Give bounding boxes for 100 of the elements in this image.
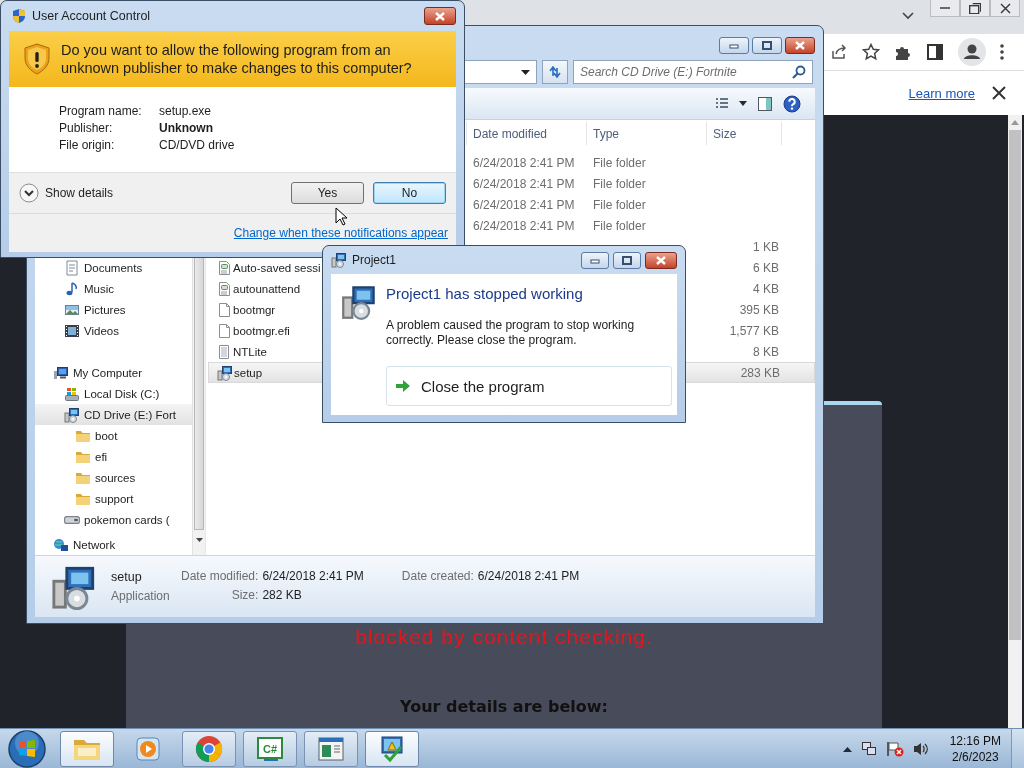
minimize-icon — [940, 7, 950, 9]
help-icon[interactable] — [783, 94, 801, 113]
field-label: Date created: — [401, 568, 474, 583]
field-value: 6/24/2018 2:41 PM — [262, 568, 364, 583]
restore-icon — [969, 2, 981, 14]
nav-item-label[interactable]: Pictures — [84, 303, 126, 316]
view-list-icon[interactable] — [715, 96, 729, 111]
file-size: 1,577 KB — [729, 323, 779, 338]
file-size: 395 KB — [739, 302, 779, 317]
minimize-button[interactable] — [581, 251, 609, 269]
maximize-button[interactable] — [752, 37, 782, 54]
installer-icon — [64, 406, 80, 423]
column-header[interactable]: Type — [587, 122, 707, 145]
text-file-icon — [216, 343, 232, 360]
close-button[interactable] — [785, 37, 815, 54]
removable-drive-icon — [64, 515, 80, 524]
search-field[interactable]: Search CD Drive (E:) Fortnite — [573, 60, 813, 84]
mouse-cursor-icon — [335, 207, 347, 226]
installer-icon — [341, 284, 377, 320]
file-name[interactable]: Auto-saved sessi — [233, 261, 321, 274]
close-button[interactable] — [990, 0, 1020, 17]
network-icon[interactable] — [860, 740, 877, 757]
file-name[interactable]: bootmgr — [233, 303, 276, 316]
scrollbar[interactable] — [1008, 115, 1022, 728]
nav-item-label[interactable]: pokemon cards ( — [84, 513, 170, 526]
scroll-down-arrow-icon[interactable] — [195, 538, 203, 542]
chevron-down-icon[interactable] — [902, 12, 914, 20]
file-name[interactable]: NTLite — [233, 345, 267, 358]
settings-file-icon — [216, 259, 232, 276]
speaker-icon[interactable] — [912, 740, 929, 757]
field-label: Program name: — [59, 103, 143, 120]
nav-item-label[interactable]: Local Disk (C:) — [84, 387, 160, 400]
share-icon[interactable] — [830, 43, 848, 61]
date-modified: 6/24/2018 2:41 PM — [473, 197, 575, 212]
preview-pane-icon[interactable] — [757, 95, 773, 112]
taskbar-button[interactable]: C# — [243, 730, 297, 767]
side-panel-icon[interactable] — [926, 43, 944, 61]
file-name[interactable]: bootmgr.efi — [233, 324, 290, 337]
minimize-button[interactable] — [719, 37, 749, 54]
chevron-circle-icon — [19, 183, 39, 203]
file-name[interactable]: setup — [234, 366, 263, 379]
taskbar-button[interactable] — [182, 730, 236, 767]
field-value: CD/DVD drive — [159, 137, 236, 154]
file-size: 1 KB — [753, 239, 779, 254]
taskbar-button[interactable] — [304, 730, 358, 767]
field-label: Publisher: — [59, 120, 114, 137]
restore-button[interactable] — [960, 0, 990, 17]
taskbar-button[interactable] — [365, 730, 419, 767]
settings-link[interactable]: Change when these notifications appear — [233, 226, 448, 240]
nav-item-label[interactable]: CD Drive (E:) Fort — [84, 408, 176, 421]
details-heading: Your details are below: — [400, 697, 608, 716]
file-size: 8 KB — [753, 344, 779, 359]
refresh-button[interactable] — [542, 60, 568, 84]
maximize-icon — [620, 254, 634, 266]
close-program-button[interactable]: Close the program — [386, 366, 672, 406]
learn-more-link[interactable]: Learn more — [908, 85, 975, 101]
nav-item-label[interactable]: Documents — [84, 261, 143, 274]
taskbar-button[interactable] — [60, 730, 114, 767]
close-button[interactable] — [645, 251, 677, 269]
maximize-button[interactable] — [613, 251, 641, 269]
dropdown-caret-icon[interactable] — [739, 101, 747, 106]
nav-item-label[interactable]: Network — [73, 538, 116, 551]
hard-drive-icon — [64, 385, 80, 402]
dialog-button[interactable]: Yes — [291, 182, 364, 204]
show-hidden-icons-icon[interactable] — [842, 745, 852, 752]
start-button-icon[interactable] — [7, 728, 47, 768]
file-type: File folder — [593, 176, 646, 191]
clock[interactable]: 12:16 PM 2/6/2023 — [937, 732, 1011, 765]
column-header[interactable]: Size — [707, 122, 782, 145]
profile-avatar-icon[interactable] — [958, 38, 986, 66]
window-title: User Account Control — [32, 9, 151, 23]
close-icon — [433, 10, 447, 22]
nav-item[interactable]: CD Drive (E:) Fort — [35, 404, 192, 425]
column-header[interactable]: Date modified — [467, 122, 587, 145]
flag-warning-icon[interactable] — [885, 740, 904, 757]
file-size: 6 KB — [753, 260, 779, 275]
star-icon[interactable] — [862, 43, 880, 61]
document-icon — [64, 259, 80, 276]
shield-icon — [11, 8, 27, 24]
file-type: File folder — [593, 218, 646, 233]
file-name[interactable]: autounattend — [233, 282, 301, 295]
minimize-button[interactable] — [930, 0, 960, 17]
nav-item-label[interactable]: My Computer — [73, 366, 143, 379]
nav-item-label[interactable]: boot — [95, 429, 118, 442]
nav-item-label[interactable]: Videos — [84, 324, 119, 337]
blocked-message: blocked by content checking. — [355, 625, 653, 649]
nav-item-label[interactable]: support — [95, 492, 134, 505]
music-note-icon — [64, 280, 80, 297]
close-button[interactable] — [424, 7, 456, 25]
close-icon[interactable] — [992, 86, 1006, 100]
nav-item-label[interactable]: efi — [95, 450, 108, 463]
prompt-question: Do you want to allow the following program from an unknown publisher to make changes to this computer? — [61, 41, 413, 77]
dialog-button[interactable]: No — [373, 182, 446, 204]
search-icon[interactable] — [792, 65, 806, 79]
nav-item-label[interactable]: Music — [84, 282, 115, 295]
show-details-toggle[interactable]: Show details — [19, 183, 114, 203]
nav-item-label[interactable]: sources — [95, 471, 136, 484]
file-type: File folder — [593, 155, 646, 170]
settings-file-icon — [216, 280, 232, 297]
more-menu-icon[interactable] — [1000, 44, 1004, 60]
